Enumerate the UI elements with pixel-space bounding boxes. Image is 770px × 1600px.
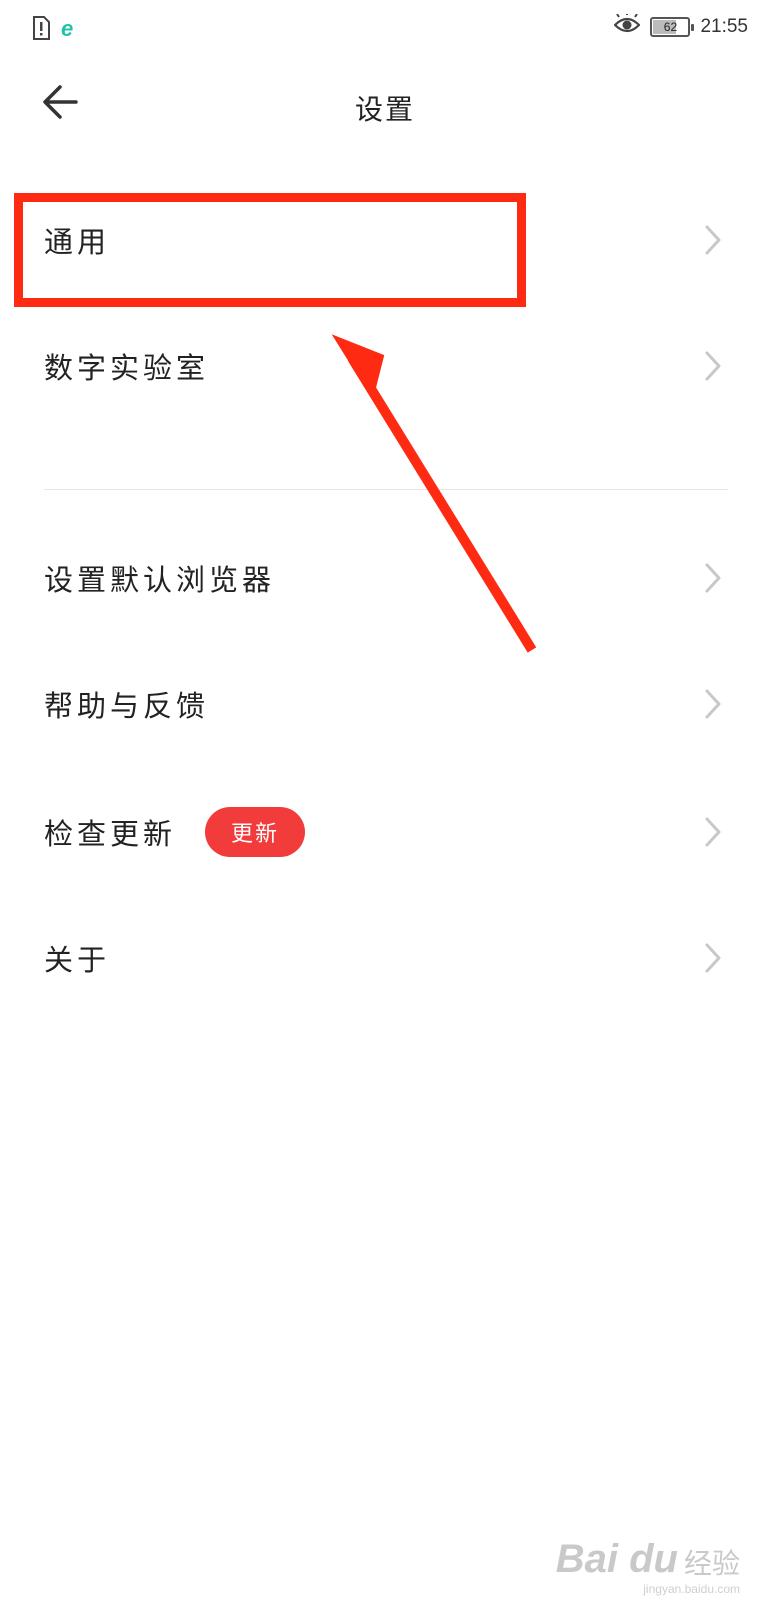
app-header: 设置 [0, 60, 770, 156]
menu-item-help-feedback[interactable]: 帮助与反馈 [0, 654, 770, 754]
menu-item-digital-lab[interactable]: 数字实验室 [0, 316, 770, 416]
page-title: 设置 [354, 93, 415, 126]
chevron-right-icon [702, 816, 724, 848]
baidu-watermark: Bai du 经验 jingyan.baidu.com [555, 1537, 740, 1596]
menu-item-about[interactable]: 关于 [0, 908, 770, 1008]
menu-item-label: 设置默认浏览器 [44, 563, 276, 597]
svg-text:e: e [61, 16, 73, 40]
sim-alert-icon [32, 16, 50, 44]
section-divider [44, 489, 728, 490]
status-bar: e 62 21:55 [0, 0, 770, 60]
battery-icon: 62 [650, 17, 695, 37]
update-badge: 更新 [205, 807, 306, 857]
status-right: 62 21:55 [613, 12, 748, 40]
chevron-right-icon [702, 224, 724, 256]
menu-item-label: 数字实验室 [44, 351, 210, 385]
watermark-logo: Bai du [555, 1537, 678, 1581]
watermark-url: jingyan.baidu.com [643, 1582, 740, 1596]
chevron-right-icon [702, 350, 724, 382]
watermark-text: 经验 [683, 1547, 740, 1580]
menu-item-label: 关于 [44, 943, 111, 977]
eye-icon [613, 12, 642, 40]
menu-item-label: 帮助与反馈 [44, 689, 210, 723]
menu-item-label: 检查更新 [44, 817, 177, 851]
chevron-right-icon [702, 942, 724, 974]
menu-item-default-browser[interactable]: 设置默认浏览器 [0, 528, 770, 628]
chevron-right-icon [702, 562, 724, 594]
highlight-box [14, 193, 526, 307]
status-time: 21:55 [700, 16, 748, 37]
chevron-right-icon [702, 688, 724, 720]
menu-item-check-update[interactable]: 检查更新 更新 [0, 782, 770, 882]
browser-app-icon: e [60, 16, 82, 44]
status-left: e [32, 16, 82, 44]
battery-level: 62 [663, 20, 678, 34]
